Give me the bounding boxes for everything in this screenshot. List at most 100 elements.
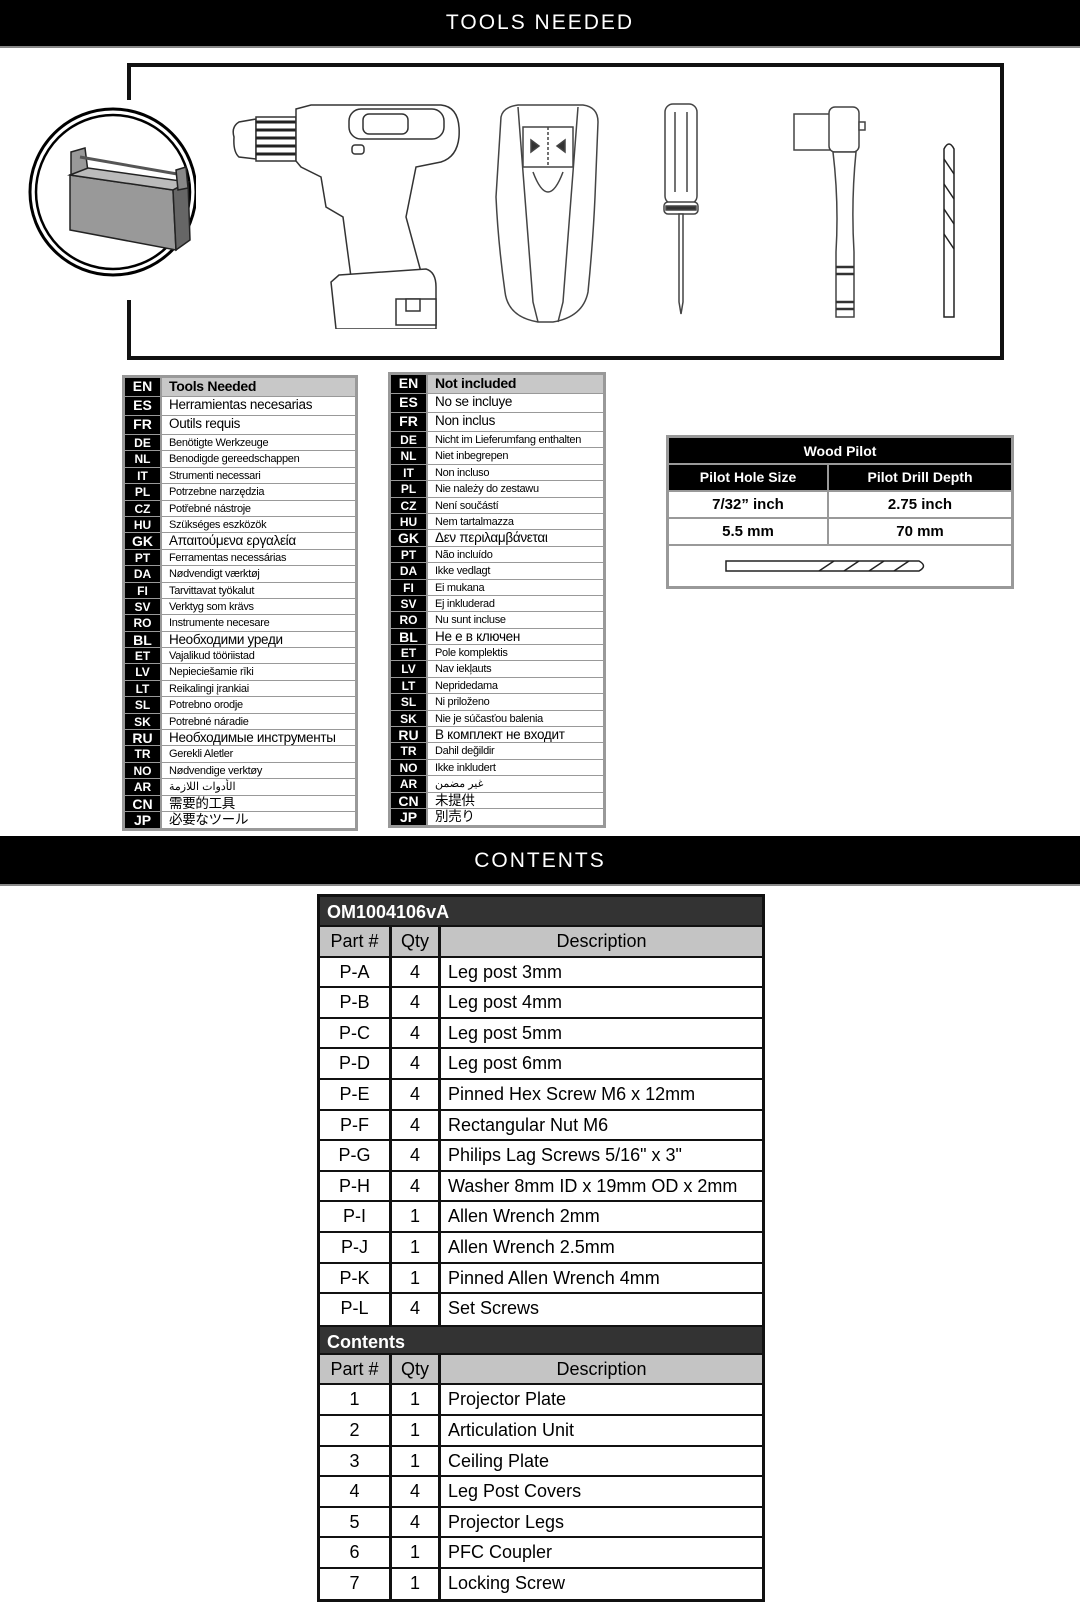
language-row: HU Szükséges eszközök bbox=[125, 516, 355, 534]
language-text: Potřebné nástroje bbox=[169, 502, 251, 515]
language-code: SV bbox=[125, 598, 162, 615]
part-number: P-K bbox=[320, 1263, 392, 1293]
language-text: Dahil değildir bbox=[435, 745, 495, 758]
part-number: P-F bbox=[320, 1110, 392, 1140]
wood-pilot-title: Wood Pilot bbox=[669, 438, 1011, 465]
language-row: ET Pole komplektis bbox=[391, 645, 603, 662]
language-text: No se incluye bbox=[435, 394, 513, 409]
language-row: AR الأدوات اللازمة bbox=[125, 779, 355, 796]
language-text: Szükséges eszközök bbox=[169, 518, 267, 531]
quantity: 1 bbox=[392, 1568, 441, 1600]
table-row: P-L 4 Set Screws bbox=[320, 1294, 762, 1325]
language-row: CN 需要的工具 bbox=[125, 795, 355, 812]
language-code: CZ bbox=[125, 500, 162, 516]
cordless-drill-icon bbox=[232, 104, 460, 329]
language-code: PT bbox=[125, 549, 162, 566]
part-number: 3 bbox=[320, 1446, 392, 1476]
hardware-kit-title: OM1004106vA bbox=[320, 897, 762, 927]
language-code: JP bbox=[391, 808, 428, 826]
language-code: SL bbox=[125, 697, 162, 713]
table-row: 4 4 Leg Post Covers bbox=[320, 1477, 762, 1508]
language-code: PL bbox=[391, 481, 428, 497]
language-text: Não incluído bbox=[435, 548, 493, 561]
description: Allen Wrench 2.5mm bbox=[448, 1236, 615, 1257]
language-text: Необходими уреди bbox=[169, 631, 283, 647]
wood-pilot-row: 5.5 mm 70 mm bbox=[669, 519, 1011, 546]
language-code: LV bbox=[125, 664, 162, 680]
contents-banner: CONTENTS bbox=[0, 836, 1080, 886]
drill-bit-icon bbox=[943, 143, 955, 318]
pilot-drill-depth-header: Pilot Drill Depth bbox=[829, 465, 1011, 490]
table-row: 2 1 Articulation Unit bbox=[320, 1415, 762, 1447]
language-text: Benodigde gereedschappen bbox=[169, 453, 300, 466]
language-row: NL Benodigde gereedschappen bbox=[125, 451, 355, 468]
language-row: DE Benötigte Werkzeuge bbox=[125, 435, 355, 452]
language-row: IT Non incluso bbox=[391, 464, 603, 482]
language-text: Vajalikud tööriistad bbox=[169, 650, 255, 663]
language-text: Pole komplektis bbox=[435, 647, 508, 660]
language-text: Potrebné náradie bbox=[169, 715, 249, 728]
language-code: SK bbox=[125, 713, 162, 730]
description: Projector Legs bbox=[448, 1511, 565, 1532]
language-row: RU Необходимые инструменты bbox=[125, 730, 355, 747]
pilot-drill-depth-value: 70 mm bbox=[896, 523, 944, 540]
language-row: CN 未提供 bbox=[391, 792, 603, 809]
language-text: Ikke vedlagt bbox=[435, 565, 491, 578]
part-number: 1 bbox=[320, 1385, 392, 1414]
language-row: HU Nem tartalmazza bbox=[391, 513, 603, 531]
contents-header-row: Part # Qty Description bbox=[320, 1354, 762, 1386]
part-number: 4 bbox=[320, 1477, 392, 1506]
ratchet-wrench-icon bbox=[793, 106, 866, 318]
language-code: NO bbox=[391, 759, 428, 776]
table-row: P-J 1 Allen Wrench 2.5mm bbox=[320, 1232, 762, 1264]
pilot-drill-depth-value: 2.75 inch bbox=[887, 496, 953, 513]
part-number: P-J bbox=[320, 1232, 392, 1262]
quantity: 1 bbox=[392, 1202, 441, 1231]
language-row: NL Niet inbegrepen bbox=[391, 448, 603, 465]
language-row: SV Ej inkluderad bbox=[391, 595, 603, 613]
language-row: PT Ferramentas necessárias bbox=[125, 549, 355, 567]
language-row: EN Not included bbox=[391, 375, 603, 394]
quantity: 4 bbox=[392, 1171, 441, 1201]
table-row: P-G 4 Philips Lag Screws 5/16" x 3" bbox=[320, 1141, 762, 1172]
language-text: Potrebno orodje bbox=[169, 699, 243, 712]
table-row: P-F 4 Rectangular Nut M6 bbox=[320, 1110, 762, 1142]
part-number: P-D bbox=[320, 1049, 392, 1078]
language-row: RO Instrumente necesare bbox=[125, 615, 355, 632]
language-text: Non inclus bbox=[435, 413, 496, 428]
language-text: Ni priloženo bbox=[435, 696, 490, 709]
language-text: 別売り bbox=[435, 808, 475, 824]
language-text: Tools Needed bbox=[162, 378, 355, 396]
quantity: 1 bbox=[392, 1446, 441, 1476]
language-code: PT bbox=[391, 546, 428, 563]
contents-section-title: Contents bbox=[320, 1324, 762, 1355]
language-code: ES bbox=[125, 397, 162, 415]
drill-bit-icon bbox=[725, 560, 925, 572]
language-code: SV bbox=[391, 595, 428, 612]
language-code: EN bbox=[125, 378, 162, 396]
language-row: JP 必要なツール bbox=[125, 811, 355, 829]
language-text: Není součástí bbox=[435, 499, 499, 512]
language-text: Необходимые инструменты bbox=[169, 730, 336, 746]
quantity: 4 bbox=[392, 1141, 441, 1170]
language-row: GK Απαιτούμενα εργαλεία bbox=[125, 533, 355, 550]
language-text: Potrzebne narzędzia bbox=[169, 486, 265, 499]
language-row: FR Outils requis bbox=[125, 416, 355, 435]
pilot-hole-size-header: Pilot Hole Size bbox=[669, 465, 829, 490]
part-number: 6 bbox=[320, 1538, 392, 1567]
wood-pilot-image bbox=[669, 546, 1011, 584]
stud-finder-icon bbox=[495, 104, 599, 323]
table-row: P-D 4 Leg post 6mm bbox=[320, 1049, 762, 1080]
contents-rows: 1 1 Projector Plate 2 1 Articulation Unit 3 1 Ce… bbox=[320, 1385, 762, 1600]
language-row: EN Tools Needed bbox=[125, 378, 355, 397]
table-row: P-H 4 Washer 8mm ID x 19mm OD x 2mm bbox=[320, 1171, 762, 1203]
language-row: LT Nepridedama bbox=[391, 677, 603, 695]
language-row: AR غير مضمن bbox=[391, 776, 603, 793]
language-row: ES Herramientas necesarias bbox=[125, 397, 355, 416]
language-code: DA bbox=[125, 566, 162, 582]
description: Leg post 3mm bbox=[448, 961, 563, 982]
table-row: 7 1 Locking Screw bbox=[320, 1568, 762, 1600]
description: Leg post 5mm bbox=[448, 1022, 563, 1043]
language-text: Δεν περιλαμβάνεται bbox=[435, 530, 548, 546]
language-text: Απαιτούμενα εργαλεία bbox=[169, 533, 296, 549]
